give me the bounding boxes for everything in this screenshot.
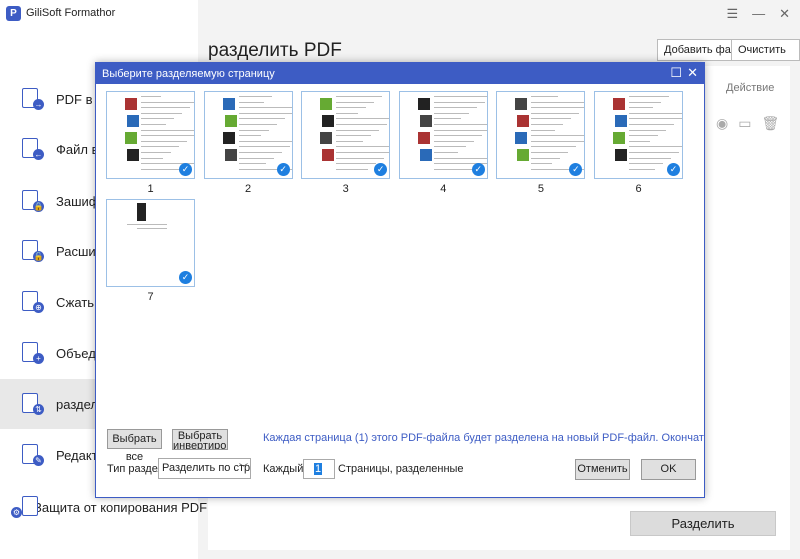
document-icon: + xyxy=(22,342,44,364)
close-icon[interactable]: ✕ xyxy=(779,6,790,22)
clear-all-button[interactable]: Очистить все xyxy=(731,39,800,76)
page-thumbnail[interactable]: ✓ 5 xyxy=(496,91,586,195)
eye-icon[interactable]: ◉ xyxy=(716,115,728,132)
select-all-button[interactable]: Выбрать все xyxy=(107,429,162,463)
page-preview: ✓ xyxy=(301,91,391,179)
cancel-button[interactable]: Отменить xyxy=(575,459,630,480)
select-pages-dialog: Выберите разделяемую страницу ☐ ✕ ✓ 1 ✓ 2 ✓ 3… xyxy=(95,62,705,498)
page-title: разделить PDF xyxy=(208,40,342,61)
page-preview: ✓ xyxy=(106,91,195,179)
page-number: 5 xyxy=(537,183,544,195)
app-title: GiliSoft Formathor xyxy=(26,7,116,19)
every-value: 1 xyxy=(314,463,323,475)
chevron-down-icon: ﹀ xyxy=(238,463,248,473)
window-controls: ☰ — ✕ xyxy=(726,6,790,22)
split-type-value: Разделить по стра xyxy=(162,462,251,474)
check-icon[interactable]: ✓ xyxy=(471,163,485,176)
page-thumbnail[interactable]: ✓ 1 xyxy=(106,91,195,195)
page-number: 7 xyxy=(147,291,154,303)
ok-button[interactable]: OK xyxy=(641,459,696,480)
check-icon[interactable]: ✓ xyxy=(179,271,192,284)
page-preview: ✓ xyxy=(594,91,683,179)
minimize-icon[interactable]: — xyxy=(752,6,765,22)
pages-split-label: Страницы, разделенные xyxy=(338,463,464,475)
document-icon: ✎ xyxy=(22,444,44,466)
page-thumbnail[interactable]: ✓ 4 xyxy=(398,91,488,195)
document-icon: ← xyxy=(22,138,44,160)
check-icon[interactable]: ✓ xyxy=(179,163,192,176)
document-icon: 🔓 xyxy=(22,240,44,262)
page-preview: ✓ xyxy=(398,91,488,179)
page-number: 1 xyxy=(147,183,154,195)
check-icon[interactable]: ✓ xyxy=(569,163,583,176)
app-header: P GiliSoft Formathor xyxy=(6,4,115,22)
dialog-titlebar: Выберите разделяемую страницу ☐ ✕ xyxy=(96,63,704,84)
check-icon[interactable]: ✓ xyxy=(276,163,290,176)
document-icon: 🔒 xyxy=(22,190,44,212)
split-type-label: Тип раздел xyxy=(107,463,164,475)
page-number: 4 xyxy=(440,183,447,195)
maximize-icon[interactable]: ☐ xyxy=(670,65,682,81)
page-preview: ✓ xyxy=(496,91,586,179)
page-preview: ✓ xyxy=(203,91,293,179)
action-header: Действие xyxy=(726,82,775,94)
page-number: 6 xyxy=(635,183,642,195)
info-text: Каждая страница (1) этого PDF-файла буде… xyxy=(263,432,704,444)
check-icon[interactable]: ✓ xyxy=(374,163,388,176)
page-number: 2 xyxy=(245,183,252,195)
split-button[interactable]: Разделить xyxy=(630,511,776,536)
select-inverted-button[interactable]: Выбрать инвертироват xyxy=(172,429,228,450)
sidebar-item-label: Защита от копирования PDF xyxy=(34,499,208,515)
every-input[interactable]: 1 xyxy=(303,459,335,479)
menu-icon[interactable]: ☰ xyxy=(726,6,738,22)
dialog-close-icon[interactable]: ✕ xyxy=(687,65,698,81)
split-type-select[interactable]: Разделить по стра ﹀ xyxy=(158,458,251,479)
page-number: 3 xyxy=(342,183,349,195)
trash-icon[interactable]: 🗑 xyxy=(761,115,779,132)
page-thumbnail[interactable]: ✓ 7 xyxy=(106,199,195,303)
app-logo-icon: P xyxy=(6,5,21,21)
document-icon: → xyxy=(22,88,44,110)
dialog-title: Выберите разделяемую страницу xyxy=(102,67,275,80)
page-thumbnail[interactable]: ✓ 6 xyxy=(594,91,683,195)
page-thumbnail[interactable]: ✓ 3 xyxy=(301,91,391,195)
page-preview: ✓ xyxy=(106,199,195,287)
every-label: Каждый xyxy=(263,463,304,475)
folder-icon[interactable]: ▭ xyxy=(738,115,751,132)
document-icon: ⊕ xyxy=(22,291,44,313)
page-thumbnail[interactable]: ✓ 2 xyxy=(203,91,293,195)
check-icon[interactable]: ✓ xyxy=(667,163,680,176)
action-icons: ◉ ▭ 🗑 xyxy=(716,115,779,132)
document-icon: ⇅ xyxy=(22,393,44,415)
